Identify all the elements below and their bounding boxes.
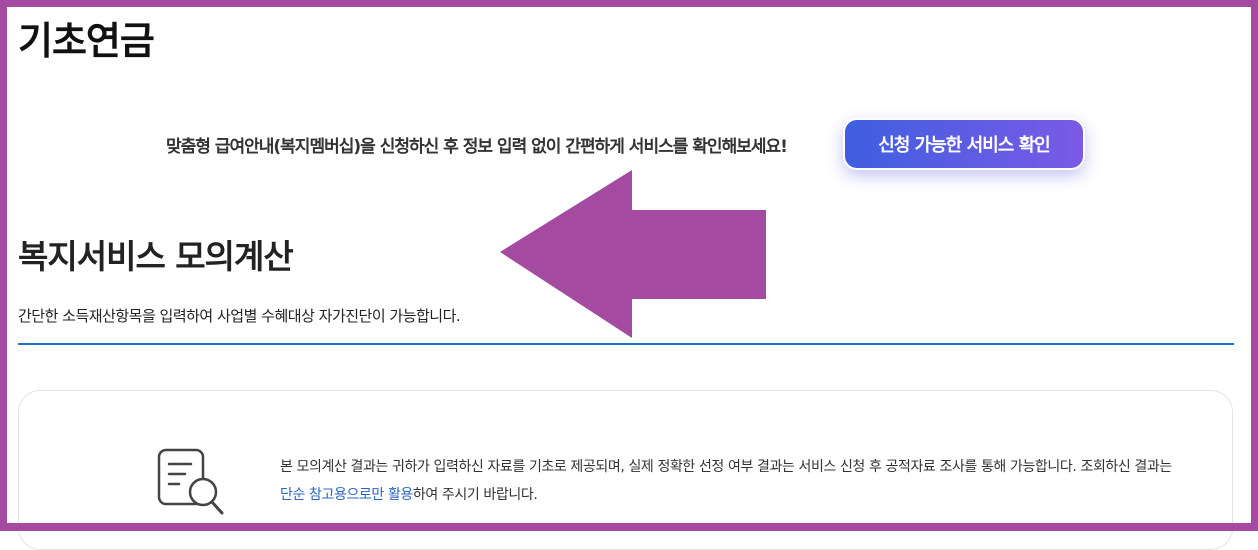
page-title: 기초연금	[18, 19, 155, 63]
notice-text-before: 본 모의계산 결과는 귀하가 입력하신 자료를 기초로 제공되며, 실제 정확한…	[280, 459, 1172, 475]
check-services-button[interactable]: 신청 가능한 서비스 확인	[843, 118, 1085, 170]
section-description: 간단한 소득재산항목을 입력하여 사업별 수혜대상 자가진단이 가능합니다.	[18, 307, 461, 325]
notice-text: 본 모의계산 결과는 귀하가 입력하신 자료를 기초로 제공되며, 실제 정확한…	[280, 453, 1180, 509]
left-arrow-icon	[500, 170, 766, 338]
notice-highlight: 단순 참고용으로만 활용	[280, 487, 413, 503]
promo-text: 맞춤형 급여안내(복지멤버십)을 신청하신 후 정보 입력 없이 간편하게 서비…	[166, 137, 788, 157]
notice-text-after: 하여 주시기 바랍니다.	[412, 487, 538, 503]
section-divider	[18, 343, 1234, 345]
notice-card: 본 모의계산 결과는 귀하가 입력하신 자료를 기초로 제공되며, 실제 정확한…	[18, 390, 1233, 550]
document-search-icon	[157, 448, 224, 515]
section-title: 복지서비스 모의계산	[18, 237, 294, 276]
